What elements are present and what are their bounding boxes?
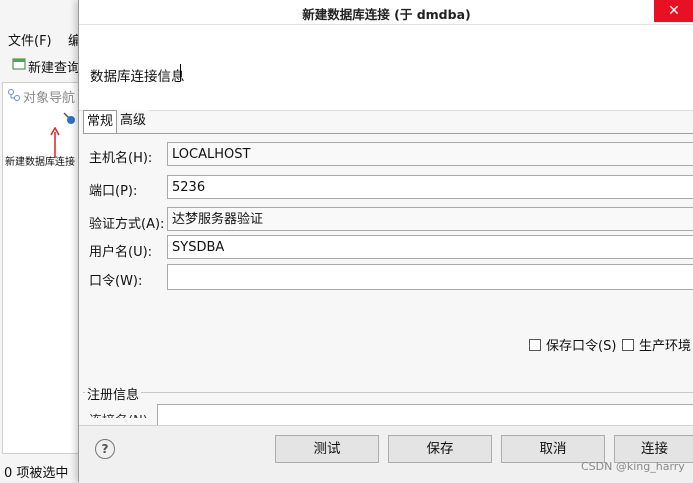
banner-title: 数据库连接信息: [90, 69, 185, 85]
tab-divider: [83, 133, 693, 134]
auth-label: 验证方式(A):: [89, 217, 165, 232]
new-query-button[interactable]: 新建查询: [28, 57, 80, 76]
save-button[interactable]: 保存: [388, 435, 492, 463]
host-label: 主机名(H):: [89, 151, 153, 166]
register-legend: 注册信息: [85, 384, 142, 403]
dialog-banner: 数据库连接信息: [79, 25, 693, 111]
object-navigator-panel: 对象导航 新建数据库连接: [2, 82, 80, 454]
auth-select[interactable]: 达梦服务器验证: [167, 207, 693, 231]
tab-advanced[interactable]: 高级: [117, 110, 150, 132]
save-password-box[interactable]: [529, 339, 541, 351]
tab-general[interactable]: 常规: [83, 110, 118, 134]
navigator-icon: [8, 89, 20, 101]
production-env-checkbox[interactable]: 生产环境: [622, 335, 691, 354]
port-label: 端口(P):: [89, 184, 138, 199]
status-text: 0 项被选中: [4, 466, 69, 481]
test-button[interactable]: 测试: [275, 435, 379, 463]
port-input[interactable]: 5236: [167, 175, 693, 199]
text-caret: [180, 64, 181, 81]
user-label: 用户名(U):: [89, 245, 153, 260]
close-icon: ✕: [668, 3, 680, 19]
navigator-title: 对象导航: [23, 91, 76, 106]
dialog-titlebar[interactable]: 新建数据库连接 (于 dmdba) ✕: [79, 0, 693, 25]
production-env-label: 生产环境: [639, 339, 692, 354]
menubar: 文件(F) 编: [0, 26, 90, 49]
new-connection-hint: 新建数据库连接: [5, 157, 75, 168]
password-input[interactable]: [167, 264, 693, 290]
host-input[interactable]: LOCALHOST: [167, 142, 693, 166]
connect-button[interactable]: 连接: [614, 435, 693, 463]
password-label: 口令(W):: [89, 274, 143, 289]
save-password-label: 保存口令(S): [546, 339, 617, 354]
connection-name-input[interactable]: [157, 404, 693, 426]
dialog-title: 新建数据库连接 (于 dmdba): [302, 7, 471, 22]
save-password-checkbox[interactable]: 保存口令(S): [529, 335, 616, 354]
toolbar: 新建查询: [0, 52, 90, 78]
new-connection-icon[interactable]: [61, 110, 77, 126]
new-connection-dialog: 新建数据库连接 (于 dmdba) ✕ 数据库连接信息 常规 高级 主机名(H)…: [78, 0, 693, 483]
user-input[interactable]: SYSDBA: [167, 235, 693, 259]
cancel-button[interactable]: 取消: [501, 435, 605, 463]
help-icon[interactable]: ?: [95, 439, 115, 459]
menu-file[interactable]: 文件(F): [8, 30, 52, 49]
connection-name-label: 连接名(N):: [89, 410, 152, 418]
production-env-box[interactable]: [622, 339, 634, 351]
watermark: CSDN @king_harry: [581, 460, 685, 473]
close-button[interactable]: ✕: [654, 0, 693, 22]
new-query-icon: [12, 58, 26, 70]
